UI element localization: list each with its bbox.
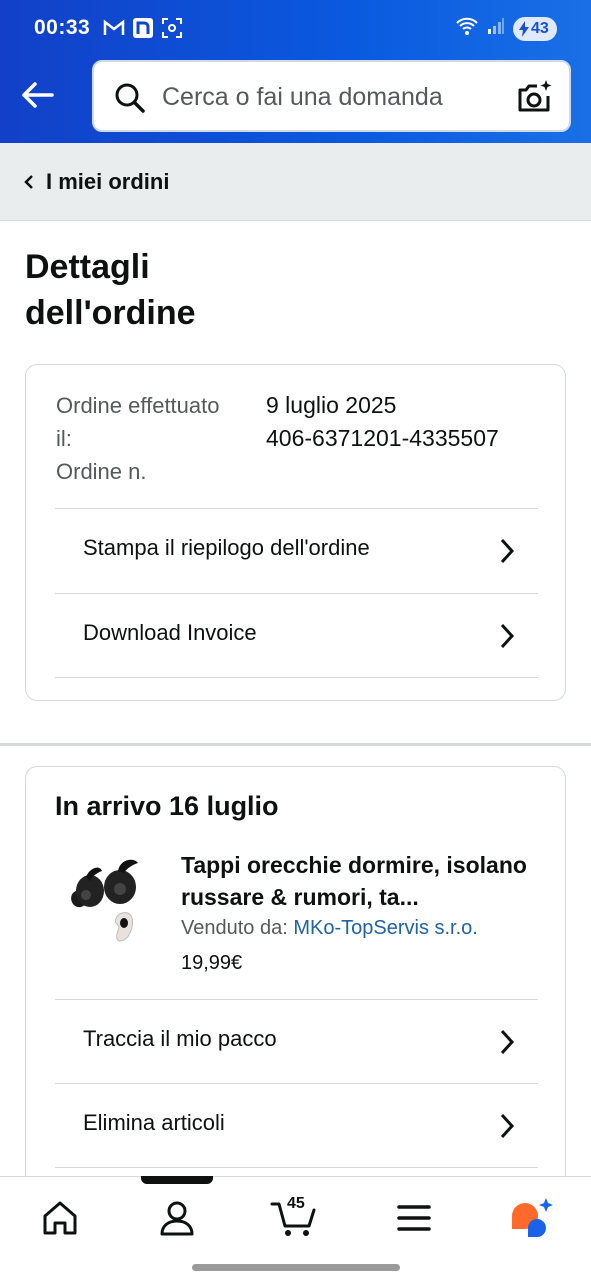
chevron-right-icon — [498, 1028, 516, 1056]
order-number-value: 406-6371201-4335507 — [266, 425, 499, 451]
order-info-labels: Ordine effettuato il: Ordine n. — [56, 389, 226, 488]
menu-icon[interactable] — [394, 1198, 434, 1238]
page-title: Dettagli dell'ordine — [25, 244, 325, 336]
chevron-right-icon — [498, 537, 516, 565]
search-box[interactable]: Cerca o fai una domanda — [92, 60, 571, 132]
product-image[interactable] — [66, 851, 146, 947]
cart-count-badge: 45 — [287, 1195, 305, 1212]
n-app-icon — [132, 17, 154, 39]
order-number-label: Ordine n. — [56, 459, 147, 484]
section-divider — [0, 743, 591, 746]
seller-label: Venduto da: — [181, 917, 288, 939]
order-placed-label: Ordine effettuato il: — [56, 393, 220, 451]
remove-items-row[interactable]: Elimina articoli — [55, 1083, 538, 1167]
breadcrumb[interactable]: I miei ordini — [0, 143, 591, 221]
back-arrow-icon[interactable] — [18, 76, 56, 114]
arrival-date: In arrivo 16 luglio — [55, 791, 279, 821]
page-title-line2: dell'ordine — [25, 294, 196, 332]
gesture-home-bar[interactable] — [192, 1264, 400, 1271]
screenshot-icon — [161, 17, 183, 39]
download-invoice-row[interactable]: Download Invoice — [55, 593, 538, 677]
track-package-label: Traccia il mio pacco — [83, 1026, 277, 1051]
camera-search-icon[interactable] — [515, 78, 553, 116]
product-title[interactable]: Tappi orecchie dormire, isolano russare … — [181, 849, 541, 913]
signal-icon — [487, 17, 505, 40]
product-seller: Venduto da: MKo-TopServis s.r.o. — [181, 917, 478, 940]
print-summary-label: Stampa il riepilogo dell'ordine — [83, 535, 370, 560]
remove-items-label: Elimina articoli — [83, 1110, 225, 1135]
gmail-icon — [103, 17, 125, 39]
status-time: 00:33 — [34, 16, 91, 39]
breadcrumb-my-orders[interactable]: I miei ordini — [46, 169, 169, 195]
status-system-icons: 43 — [455, 16, 557, 41]
home-icon[interactable] — [40, 1198, 80, 1238]
top-header: 00:33 43 Cerca o fai una domanda — [0, 0, 591, 143]
wifi-icon — [455, 16, 479, 41]
order-summary-card: Ordine effettuato il: Ordine n. 9 luglio… — [25, 364, 566, 701]
search-input[interactable]: Cerca o fai una domanda — [162, 83, 443, 112]
chevron-right-icon — [498, 622, 516, 650]
status-notification-icons — [103, 17, 183, 39]
row-divider — [55, 677, 538, 678]
download-invoice-label: Download Invoice — [83, 620, 257, 645]
assistant-icon[interactable] — [508, 1198, 556, 1238]
search-icon — [114, 82, 146, 114]
chevron-left-icon — [22, 174, 36, 190]
order-info-values: 9 luglio 2025 406-6371201-4335507 — [266, 389, 499, 455]
row-divider — [55, 1167, 538, 1168]
order-placed-value: 9 luglio 2025 — [266, 392, 397, 418]
chevron-right-icon — [498, 1112, 516, 1140]
battery-icon: 43 — [513, 16, 557, 41]
account-icon[interactable] — [157, 1198, 197, 1238]
track-package-row[interactable]: Traccia il mio pacco — [55, 999, 538, 1083]
status-bar: 00:33 43 — [0, 0, 591, 58]
product-price: 19,99€ — [181, 952, 243, 974]
active-tab-indicator — [141, 1176, 213, 1184]
page-title-line1: Dettagli — [25, 248, 150, 286]
battery-level: 43 — [531, 19, 549, 37]
shipment-card: In arrivo 16 luglio Tappi orecchie dormi… — [25, 766, 566, 1196]
print-summary-row[interactable]: Stampa il riepilogo dell'ordine — [55, 508, 538, 592]
seller-link[interactable]: MKo-TopServis s.r.o. — [293, 917, 478, 939]
